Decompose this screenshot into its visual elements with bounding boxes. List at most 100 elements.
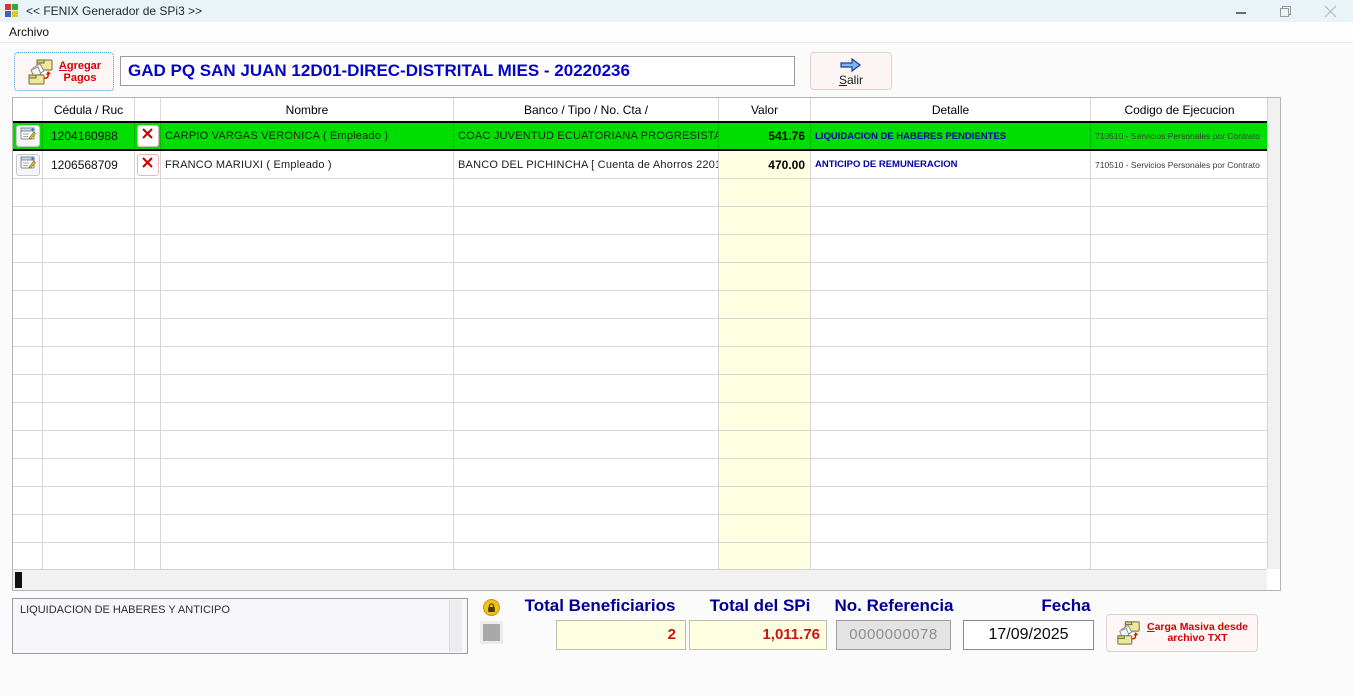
banco-cell — [454, 347, 719, 374]
codigo-cell: 710510 - Servicios Personales por Contra… — [1091, 123, 1267, 149]
nombre-cell — [161, 291, 454, 318]
cedula-cell — [43, 291, 135, 318]
close-button[interactable] — [1308, 0, 1353, 22]
minimize-button[interactable] — [1218, 0, 1263, 22]
total-beneficiarios-field[interactable]: 2 — [556, 620, 686, 650]
edit-record-button[interactable] — [16, 125, 40, 147]
table-row-empty[interactable] — [13, 375, 1267, 403]
table-row-empty[interactable] — [13, 487, 1267, 515]
detalle-cell — [811, 347, 1091, 374]
cedula-cell — [43, 347, 135, 374]
delete-row-cell — [135, 403, 161, 430]
banco-cell — [454, 431, 719, 458]
nombre-cell — [161, 515, 454, 542]
banco-cell — [454, 263, 719, 290]
edit-record-cell[interactable] — [13, 151, 43, 178]
edit-record-button[interactable] — [16, 154, 40, 176]
delete-row-cell — [135, 487, 161, 514]
table-row-empty[interactable] — [13, 515, 1267, 543]
title-bar: << FENIX Generador de SPi3 >> — [0, 0, 1353, 22]
table-row-empty[interactable] — [13, 543, 1267, 569]
delete-row-button[interactable] — [137, 125, 159, 147]
table-row-empty[interactable] — [13, 431, 1267, 459]
window-title: << FENIX Generador de SPi3 >> — [26, 4, 202, 18]
table-row[interactable]: 1206568709FRANCO MARIUXI ( Empleado )BAN… — [13, 151, 1267, 179]
detalle-cell — [811, 207, 1091, 234]
no-referencia-field[interactable]: 0000000078 — [836, 620, 951, 650]
delete-row-cell[interactable] — [135, 123, 161, 149]
table-row[interactable]: 1204160988CARPIO VARGAS VERONICA ( Emple… — [13, 121, 1267, 151]
edit-record-cell — [13, 403, 43, 430]
banco-cell — [454, 403, 719, 430]
agregar-pagos-button[interactable]: Agregar Pagos — [14, 52, 114, 91]
restore-button[interactable] — [1263, 0, 1308, 22]
total-spi-field[interactable]: 1,011.76 — [689, 620, 827, 650]
nombre-cell — [161, 179, 454, 206]
banco-cell — [454, 319, 719, 346]
table-row-empty[interactable] — [13, 235, 1267, 263]
menu-bar: Archivo — [0, 22, 1353, 43]
horizontal-scrollbar-thumb[interactable] — [15, 572, 22, 588]
valor-cell — [719, 543, 811, 569]
cedula-cell — [43, 179, 135, 206]
cedula-cell — [43, 263, 135, 290]
header-banco: Banco / Tipo / No. Cta / — [454, 98, 719, 121]
lock-icon[interactable] — [483, 599, 500, 616]
table-row-empty[interactable] — [13, 319, 1267, 347]
detalle-cell — [811, 487, 1091, 514]
cedula-cell: 1204160988 — [43, 123, 135, 149]
detalle-cell — [811, 235, 1091, 262]
table-row-empty[interactable] — [13, 291, 1267, 319]
cedula-cell — [43, 487, 135, 514]
gray-square-button[interactable] — [480, 621, 503, 644]
banco-cell — [454, 207, 719, 234]
description-textarea[interactable]: LIQUIDACION DE HABERES Y ANTICIPO — [12, 598, 468, 654]
table-row-empty[interactable] — [13, 347, 1267, 375]
detalle-cell — [811, 319, 1091, 346]
delete-x-icon — [141, 127, 154, 145]
carga-masiva-button[interactable]: Carga Masiva desde archivo TXT — [1106, 614, 1258, 652]
banco-cell — [454, 543, 719, 569]
delete-row-cell — [135, 375, 161, 402]
agregar-pagos-label: Agregar Pagos — [59, 60, 101, 84]
delete-row-button[interactable] — [137, 154, 159, 176]
table-row-empty[interactable] — [13, 263, 1267, 291]
salir-button[interactable]: Salir — [810, 52, 892, 90]
detalle-cell — [811, 179, 1091, 206]
nombre-cell — [161, 375, 454, 402]
banco-cell — [454, 515, 719, 542]
delete-row-cell[interactable] — [135, 151, 161, 178]
horizontal-scrollbar[interactable] — [13, 569, 1267, 590]
detalle-cell — [811, 543, 1091, 569]
description-scrollbar[interactable] — [449, 600, 462, 652]
codigo-cell — [1091, 403, 1267, 430]
table-row-empty[interactable] — [13, 207, 1267, 235]
edit-record-cell — [13, 291, 43, 318]
fecha-field[interactable]: 17/09/2025 — [963, 620, 1094, 650]
banco-cell: COAC JUVENTUD ECUATORIANA PROGRESISTA LT… — [454, 123, 719, 149]
edit-record-cell — [13, 207, 43, 234]
table-row-empty[interactable] — [13, 179, 1267, 207]
valor-cell: 470.00 — [719, 151, 811, 178]
carga-masiva-folder-icon — [1116, 620, 1142, 646]
cedula-cell — [43, 375, 135, 402]
valor-cell — [719, 375, 811, 402]
codigo-cell — [1091, 543, 1267, 569]
total-spi-label: Total del SPi — [694, 596, 826, 618]
delete-row-cell — [135, 459, 161, 486]
edit-record-cell[interactable] — [13, 123, 43, 149]
detalle-cell: ANTICIPO DE REMUNERACION — [811, 151, 1091, 178]
table-body: 1204160988CARPIO VARGAS VERONICA ( Emple… — [13, 121, 1267, 569]
table-row-empty[interactable] — [13, 459, 1267, 487]
codigo-cell — [1091, 263, 1267, 290]
banco-cell — [454, 487, 719, 514]
edit-record-cell — [13, 235, 43, 262]
table-row-empty[interactable] — [13, 403, 1267, 431]
vertical-scrollbar[interactable] — [1267, 98, 1280, 569]
menu-archivo[interactable]: Archivo — [0, 23, 58, 41]
header-valor: Valor — [719, 98, 811, 121]
payment-title-input[interactable]: GAD PQ SAN JUAN 12D01-DIREC-DISTRITAL MI… — [120, 56, 795, 86]
header-spacer — [13, 98, 43, 121]
banco-cell — [454, 179, 719, 206]
delete-row-cell — [135, 179, 161, 206]
